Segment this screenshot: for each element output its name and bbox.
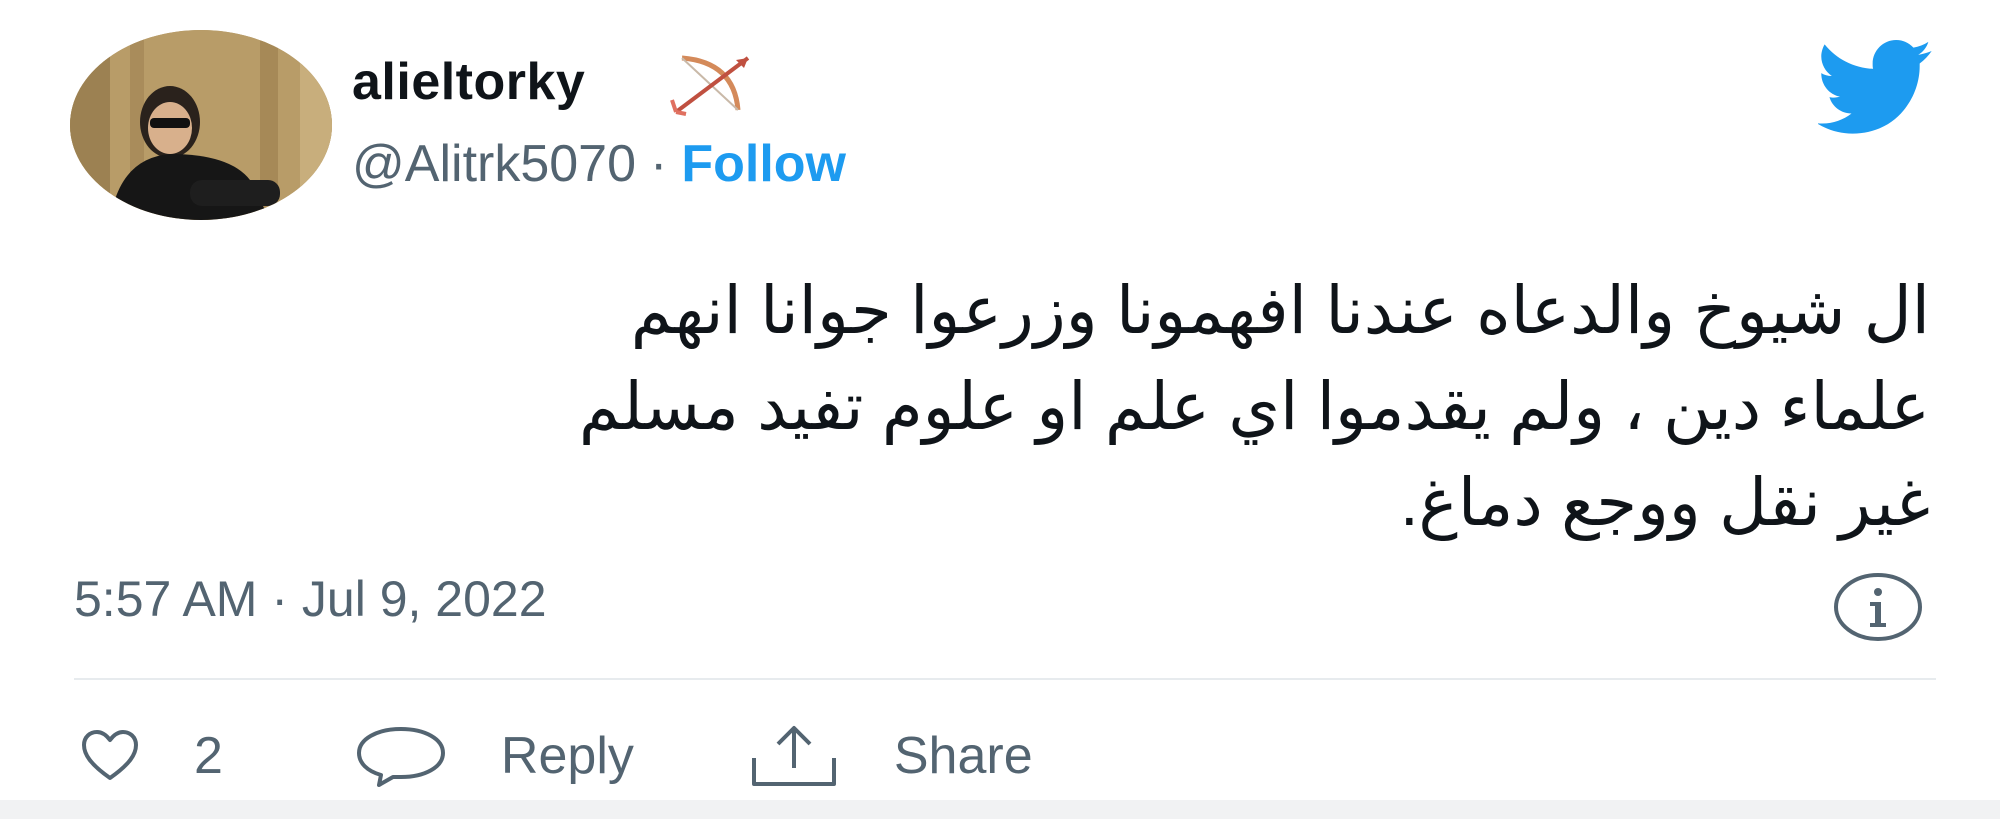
heart-icon [82,730,138,780]
like-button[interactable]: 2 [80,726,223,786]
reply-bubble-icon [356,727,445,787]
share-button[interactable]: Share [746,724,1033,788]
divider [74,678,1936,680]
reply-label: Reply [500,727,634,785]
user-handle[interactable]: @Alitrk5070 [352,135,636,193]
reply-button[interactable]: Reply [353,725,634,787]
share-label: Share [893,727,1033,785]
separator-dot: · [650,135,668,193]
share-upload-icon [751,726,836,786]
like-count: 2 [194,727,223,785]
avatar-image [70,30,332,220]
info-icon[interactable] [1832,572,1924,642]
tweet-text: ال شيوخ والدعاه عندنا افهمونا وزرعوا جوا… [578,273,1930,539]
bow-and-arrow-icon [670,55,750,116]
follow-button[interactable]: Follow [681,135,846,193]
avatar[interactable] [70,30,332,220]
twitter-bird-icon[interactable] [1818,40,1934,136]
bottom-strip [0,800,2000,819]
action-bar: 2 Reply Share [80,716,1033,796]
tweet-card: alieltorky @Alitrk5070 · Follow ال شيوخ وا… [0,0,2000,819]
handle-row: @Alitrk5070 · Follow [352,134,846,194]
display-name[interactable]: alieltorky [352,52,585,112]
tweet-timestamp[interactable]: 5:57 AM · Jul 9, 2022 [74,570,547,628]
